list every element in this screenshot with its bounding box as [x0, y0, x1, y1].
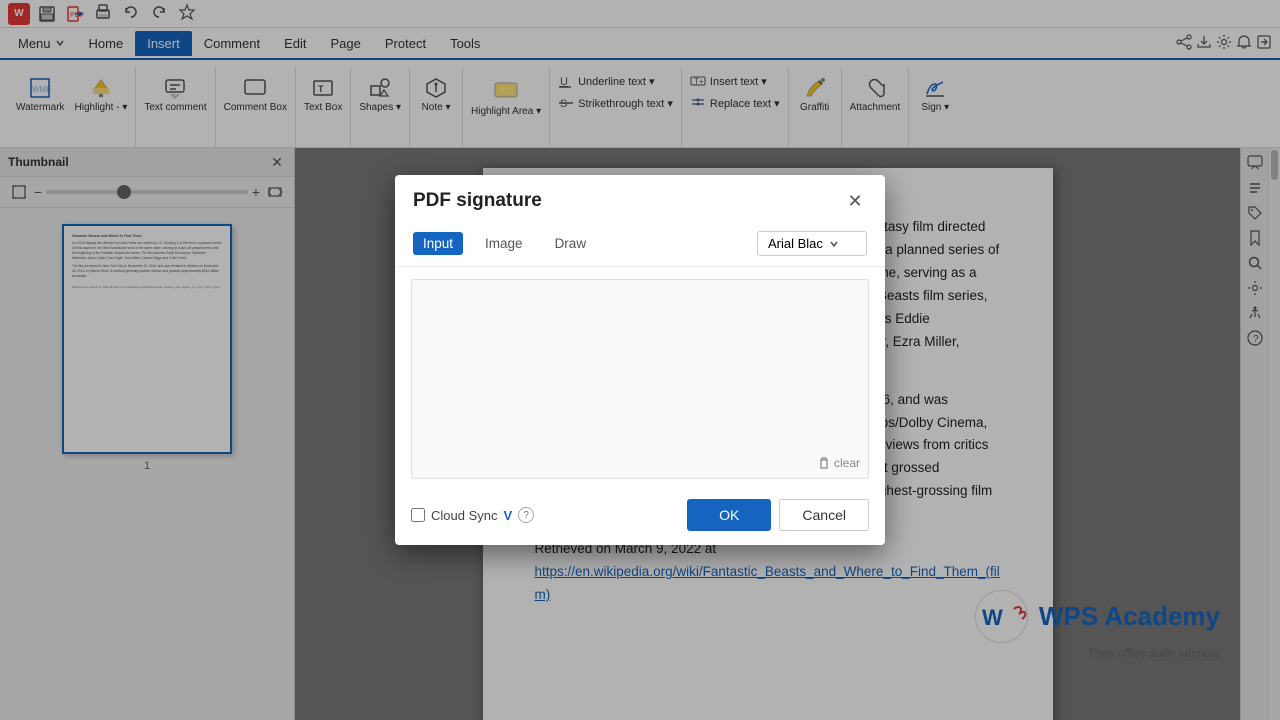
- font-selector-arrow: [829, 239, 839, 249]
- dialog-tab-image[interactable]: Image: [475, 232, 533, 255]
- pdf-signature-dialog: PDF signature ✕ Input Image Draw Arial B…: [395, 175, 885, 545]
- ok-button[interactable]: OK: [687, 499, 771, 531]
- cloud-sync-checkbox[interactable]: [411, 508, 425, 522]
- dialog-tab-input[interactable]: Input: [413, 232, 463, 255]
- font-selector[interactable]: Arial Blac: [757, 231, 867, 256]
- dialog-title: PDF signature: [413, 190, 542, 212]
- font-selector-value: Arial Blac: [768, 236, 823, 251]
- wps-v-badge: V: [503, 508, 512, 523]
- dialog-tab-draw[interactable]: Draw: [545, 232, 597, 255]
- cancel-button[interactable]: Cancel: [779, 499, 869, 531]
- signature-canvas[interactable]: clear: [411, 279, 869, 479]
- cloud-sync-label: Cloud Sync: [431, 508, 497, 523]
- help-button[interactable]: ?: [518, 507, 534, 523]
- dialog-close-button[interactable]: ✕: [843, 189, 867, 213]
- clear-button[interactable]: clear: [817, 456, 860, 470]
- dialog-overlay: PDF signature ✕ Input Image Draw Arial B…: [0, 0, 1280, 720]
- trash-icon: [817, 456, 831, 470]
- cloud-sync-option: Cloud Sync V ?: [411, 507, 534, 523]
